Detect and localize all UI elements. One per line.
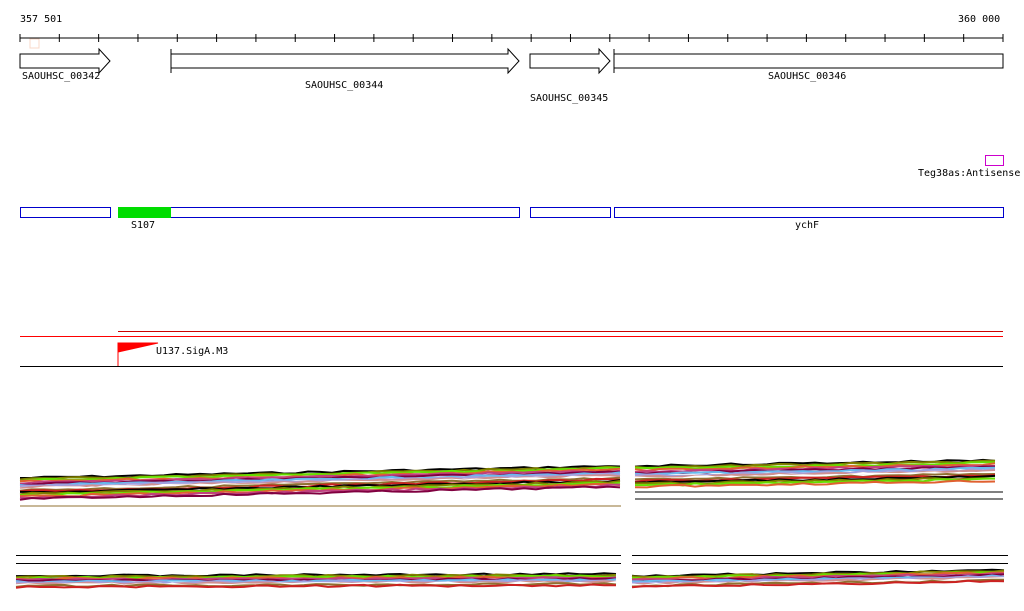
expression-tracks: [15, 458, 1008, 589]
ruler-start-label: 357 501: [20, 14, 62, 25]
transcript-box[interactable]: [530, 207, 611, 218]
promoter-flag-icon[interactable]: [117, 342, 159, 366]
transcript-box[interactable]: [614, 207, 1004, 218]
gene-label-00344: SAOUHSC_00344: [305, 80, 383, 91]
gene-arrow-00344[interactable]: [170, 47, 520, 75]
gene-arrow-00346[interactable]: [613, 49, 1004, 73]
gene-label-00342: SAOUHSC_00342: [22, 71, 100, 82]
s107-highlight[interactable]: [118, 207, 171, 218]
antisense-feature[interactable]: [985, 155, 1004, 166]
transcript-label-ychf: ychF: [795, 220, 819, 231]
gene-arrow-00345[interactable]: [529, 47, 611, 75]
gene-label-00345: SAOUHSC_00345: [530, 93, 608, 104]
promoter-label: U137.SigA.M3: [156, 346, 228, 357]
position-marker: [29, 38, 40, 49]
transcript-box[interactable]: [20, 207, 111, 218]
ruler-end-label: 360 000: [958, 14, 1000, 25]
transcript-label-s107: S107: [131, 220, 155, 231]
gene-arrow-00342[interactable]: [19, 47, 111, 75]
genome-browser: 357 501 360 000 SAOUHSC_00342 SAOUHSC_00…: [15, 14, 1020, 589]
antisense-label: Teg38as:Antisense: [918, 168, 1020, 179]
transcript-box[interactable]: [118, 207, 520, 218]
gene-label-00346: SAOUHSC_00346: [768, 71, 846, 82]
